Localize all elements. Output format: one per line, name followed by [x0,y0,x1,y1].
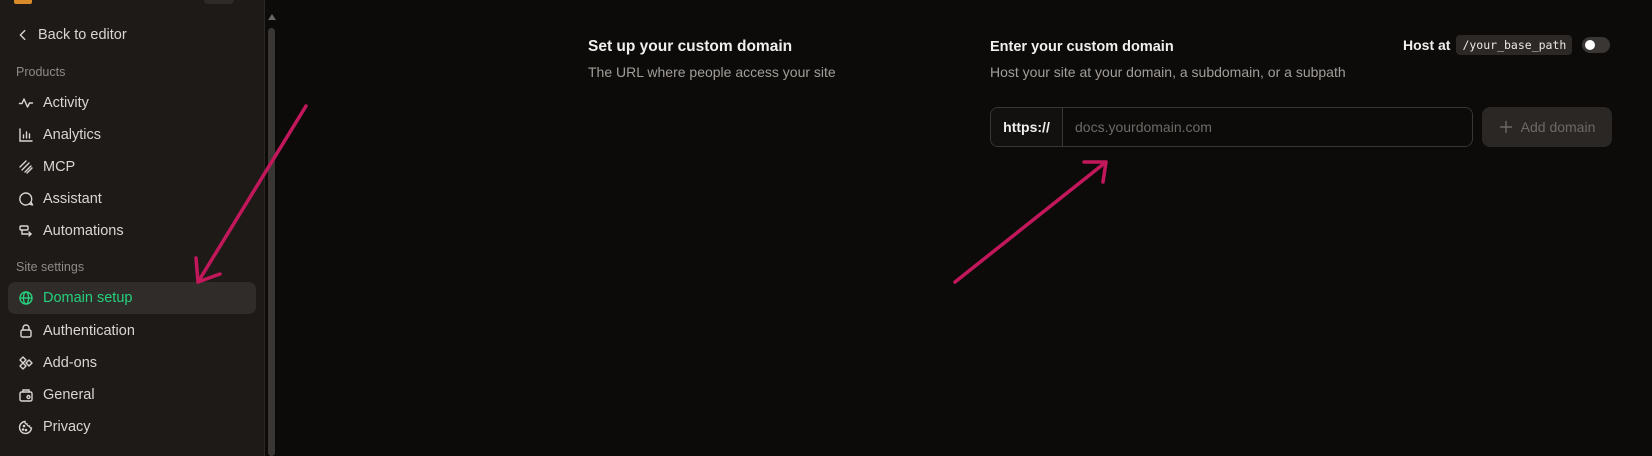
section-title: Set up your custom domain [588,38,793,55]
section-label-site-settings: Site settings [16,260,85,274]
domain-input-group: https:// [990,107,1473,147]
app-root: Back to editor Products Activity Analyti… [0,0,1652,456]
sidebar-item-label: MCP [43,159,76,175]
add-domain-button[interactable]: Add domain [1482,107,1612,147]
section-label-products: Products [16,65,66,79]
analytics-icon [19,128,33,142]
sidebar-item-authentication[interactable]: Authentication [8,315,256,347]
form-title: Enter your custom domain [990,39,1174,55]
settings-sidebar: Back to editor Products Activity Analyti… [0,0,265,456]
sidebar-item-general[interactable]: General [8,379,256,411]
sidebar-item-label: General [43,387,95,403]
activity-icon [18,98,34,108]
sidebar-item-label: Activity [43,95,89,111]
mcp-icon [19,160,33,174]
sidebar-item-label: Privacy [43,419,91,435]
sidebar-item-mcp[interactable]: MCP [8,151,256,183]
sidebar-item-add-ons[interactable]: Add-ons [8,347,256,379]
host-at-base-path-toggle[interactable] [1582,37,1611,53]
section-subtitle: The URL where people access your site [588,64,836,80]
scroll-up-arrow[interactable] [268,14,276,20]
base-path-chip: /your_base_path [1456,35,1573,55]
sidebar-item-activity[interactable]: Activity [8,87,256,119]
sidebar-item-domain-setup[interactable]: Domain setup [8,282,256,314]
sidebar-item-automations[interactable]: Automations [8,215,256,247]
sidebar-item-analytics[interactable]: Analytics [8,119,256,151]
domain-input[interactable] [1063,108,1472,146]
toggle-knob [1585,40,1596,50]
sidebar-item-label: Add-ons [43,355,98,371]
assistant-icon [19,192,34,206]
sidebar-item-label: Assistant [43,191,102,207]
sidebar-item-privacy[interactable]: Privacy [8,411,256,443]
automations-icon [19,225,32,237]
sidebar-item-assistant[interactable]: Assistant [8,183,256,215]
back-to-editor-label: Back to editor [38,27,127,43]
sidebar-item-label: Automations [43,223,124,239]
back-to-editor-link[interactable]: Back to editor [16,24,127,46]
url-prefix: https:// [991,108,1063,146]
host-at-label: Host at [1403,37,1451,53]
privacy-icon [18,420,33,435]
form-subtitle: Host your site at your domain, a subdoma… [990,64,1346,80]
sidebar-scrollbar[interactable] [268,28,275,456]
general-icon [19,389,33,402]
logo-fragment [14,0,32,4]
chevron-left-icon [19,29,26,41]
host-at-base-path-row: Host at /your_base_path [1403,35,1611,55]
domain-setup-main [276,0,1652,456]
sidebar-item-label: Authentication [43,323,135,339]
sidebar-item-label: Analytics [43,127,102,143]
lock-icon [20,324,32,338]
add-domain-label: Add domain [1520,119,1596,135]
sidebar-item-label: Domain setup [43,290,133,306]
header-button-fragment[interactable] [204,0,234,4]
globe-icon [19,291,33,305]
plus-icon [1499,120,1512,134]
add-ons-icon [19,356,33,370]
